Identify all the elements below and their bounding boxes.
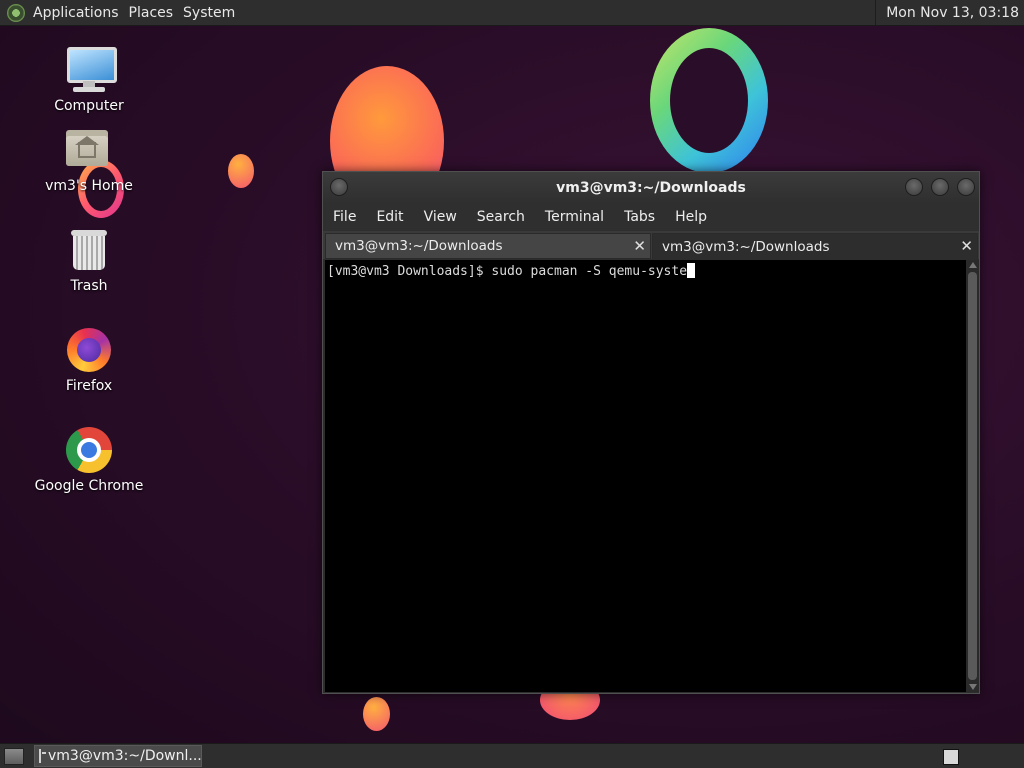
- desktop-icon-label: Firefox: [65, 378, 113, 394]
- menu-search[interactable]: Search: [467, 209, 535, 225]
- show-desktop-icon[interactable]: [4, 748, 24, 765]
- home-folder-icon: [63, 124, 115, 176]
- desktop-icon-label: Trash: [70, 278, 108, 294]
- close-tab-icon[interactable]: ✕: [633, 237, 646, 255]
- taskbar-window-button[interactable]: vm3@vm3:~/Downl...: [34, 745, 202, 767]
- menu-edit[interactable]: Edit: [366, 209, 413, 225]
- taskbar-window-label: vm3@vm3:~/Downl...: [48, 748, 202, 764]
- close-button[interactable]: [957, 178, 975, 196]
- wallpaper-dot: [363, 697, 390, 731]
- text-cursor: [687, 263, 696, 278]
- terminal-tab-1[interactable]: vm3@vm3:~/Downloads ✕: [325, 233, 651, 259]
- menu-system[interactable]: System: [181, 5, 243, 21]
- close-tab-icon[interactable]: ✕: [960, 237, 973, 255]
- scroll-down-icon[interactable]: [969, 684, 977, 690]
- bottom-panel: vm3@vm3:~/Downl...: [0, 743, 1024, 768]
- wallpaper-ring: [650, 28, 768, 173]
- maximize-button[interactable]: [931, 178, 949, 196]
- top-panel: Applications Places System Mon Nov 13, 0…: [0, 0, 1024, 26]
- trash-icon: [63, 224, 115, 276]
- window-menu-button[interactable]: [330, 178, 348, 196]
- tab-label: vm3@vm3:~/Downloads: [662, 238, 830, 255]
- menu-file[interactable]: File: [323, 209, 366, 225]
- menu-applications[interactable]: Applications: [31, 5, 127, 21]
- desktop-icon-home[interactable]: vm3's Home: [29, 124, 149, 194]
- desktop-icon-computer[interactable]: Computer: [29, 44, 149, 114]
- desktop-icon-label: Computer: [54, 98, 124, 114]
- terminal-menubar: File Edit View Search Terminal Tabs Help: [323, 203, 979, 231]
- desktop-icon-label: Google Chrome: [34, 478, 144, 494]
- firefox-icon: [63, 324, 115, 376]
- terminal-icon: [39, 749, 46, 763]
- terminal-scrollbar[interactable]: [966, 260, 979, 692]
- menu-view[interactable]: View: [414, 209, 467, 225]
- terminal-output[interactable]: [vm3@vm3 Downloads]$ sudo pacman -S qemu…: [325, 260, 966, 692]
- menu-help[interactable]: Help: [665, 209, 717, 225]
- terminal-window[interactable]: vm3@vm3:~/Downloads File Edit View Searc…: [322, 171, 980, 694]
- menu-terminal[interactable]: Terminal: [535, 209, 614, 225]
- tab-bar: vm3@vm3:~/Downloads ✕ vm3@vm3:~/Download…: [323, 231, 979, 259]
- computer-icon: [63, 44, 117, 96]
- wallpaper-dot: [228, 154, 254, 188]
- scroll-up-icon[interactable]: [969, 262, 977, 268]
- menu-tabs[interactable]: Tabs: [614, 209, 665, 225]
- window-title: vm3@vm3:~/Downloads: [556, 179, 746, 196]
- terminal-tab-2[interactable]: vm3@vm3:~/Downloads ✕: [652, 233, 978, 259]
- command-input[interactable]: sudo pacman -S qemu-syste: [491, 264, 687, 279]
- scrollbar-thumb[interactable]: [968, 272, 977, 680]
- clock[interactable]: Mon Nov 13, 03:18: [875, 0, 1024, 25]
- tab-label: vm3@vm3:~/Downloads: [335, 238, 503, 254]
- desktop-icon-trash[interactable]: Trash: [29, 224, 149, 294]
- menu-places[interactable]: Places: [127, 5, 182, 21]
- shell-prompt: [vm3@vm3 Downloads]$: [327, 264, 492, 279]
- minimize-button[interactable]: [905, 178, 923, 196]
- desktop-icon-label: vm3's Home: [45, 178, 133, 194]
- desktop-icon-chrome[interactable]: Google Chrome: [29, 424, 149, 494]
- desktop-icon-firefox[interactable]: Firefox: [29, 324, 149, 394]
- chrome-icon: [63, 424, 115, 476]
- window-titlebar[interactable]: vm3@vm3:~/Downloads: [323, 172, 979, 203]
- workspace-switcher[interactable]: [943, 749, 959, 765]
- distro-logo-icon[interactable]: [7, 3, 25, 22]
